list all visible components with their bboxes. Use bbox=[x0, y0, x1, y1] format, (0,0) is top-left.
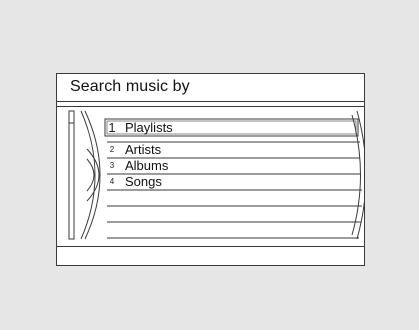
dialog-title: Search music by bbox=[70, 78, 190, 95]
item-label: Songs bbox=[125, 174, 162, 189]
title-bar: Search music by bbox=[57, 74, 364, 102]
menu-item-albums[interactable]: 3 Albums bbox=[107, 158, 355, 174]
item-label: Playlists bbox=[125, 120, 173, 135]
left-disc-arc bbox=[86, 158, 95, 192]
menu-item-songs[interactable]: 4 Songs bbox=[107, 174, 355, 190]
screen: Search music by 1 Playlists 2 Artists 3 … bbox=[0, 0, 419, 330]
scrollbar-thumb bbox=[68, 110, 75, 124]
menu-list: 1 Playlists 2 Artists 3 Albums 4 Songs bbox=[57, 107, 364, 246]
item-number: 1 bbox=[108, 120, 116, 135]
search-music-dialog: Search music by 1 Playlists 2 Artists 3 … bbox=[56, 73, 365, 266]
menu-item-playlists[interactable]: 1 Playlists bbox=[107, 120, 355, 136]
bottom-divider bbox=[57, 246, 364, 247]
item-label: Albums bbox=[125, 158, 169, 173]
left-bezel-inner bbox=[84, 110, 101, 240]
item-number: 4 bbox=[109, 177, 115, 186]
scrollbar-track bbox=[68, 110, 75, 240]
item-number: 3 bbox=[109, 161, 115, 170]
item-label: Artists bbox=[125, 142, 162, 157]
menu-item-artists[interactable]: 2 Artists bbox=[107, 142, 355, 158]
left-disc-arc-2 bbox=[86, 148, 100, 202]
item-number: 2 bbox=[109, 145, 115, 154]
